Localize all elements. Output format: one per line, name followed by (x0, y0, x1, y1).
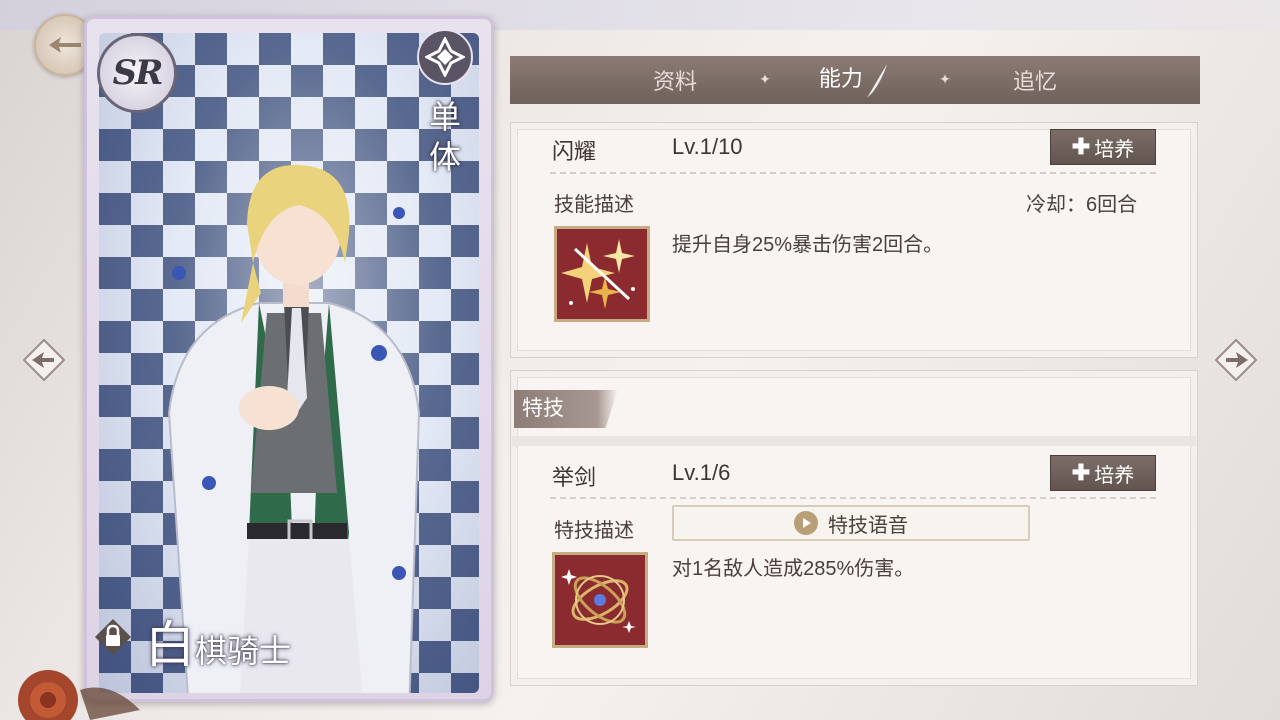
special-voice-button[interactable]: 特技语音 (672, 505, 1030, 541)
tab-separator-icon: ✦ (759, 72, 771, 88)
plus-icon: ✚ (1071, 134, 1091, 159)
divider (550, 172, 1156, 174)
special-section-tag: 特技 (514, 390, 618, 428)
previous-card-button[interactable] (22, 338, 66, 382)
special-name: 举剑 (552, 465, 597, 490)
skill-description: 提升自身25%暴击伤害2回合。 (672, 234, 944, 256)
skill-icon (554, 226, 650, 322)
tab-ability-label: 能力 (818, 65, 863, 91)
sparkle-icon (561, 239, 635, 309)
skill-train-label: 培养 (1094, 138, 1135, 161)
single-target-icon (425, 37, 465, 77)
skill-name: 闪耀 (552, 139, 597, 164)
arrow-right-icon (1214, 338, 1258, 382)
special-voice-label: 特技语音 (828, 514, 908, 537)
skill-desc-label: 技能描述 (554, 194, 634, 216)
special-train-button[interactable]: ✚ 培养 (1050, 455, 1156, 491)
rose-decoration-icon (18, 670, 140, 720)
card-artwork (99, 33, 479, 693)
special-train-label: 培养 (1094, 464, 1135, 487)
card-name: 白棋骑士 (145, 605, 291, 677)
special-desc-label: 特技描述 (554, 520, 634, 542)
special-level: Lv.1/6 (672, 460, 731, 485)
orbit-icon (561, 569, 636, 633)
card-name-small: 棋骑士 (195, 632, 292, 670)
skill-level: Lv.1/10 (672, 134, 743, 159)
tab-ability[interactable]: 能力 (777, 60, 933, 100)
special-description: 对1名敌人造成285%伤害。 (672, 558, 915, 580)
rarity-badge: SR (97, 33, 177, 113)
skill-cooldown: 冷却：6回合 (1026, 194, 1138, 216)
tab-bar: 资料 ✦ 能力 ✦ 追忆 (510, 56, 1200, 104)
card-name-big: 白 (145, 616, 195, 674)
tab-memory[interactable]: 追忆 (957, 64, 1113, 96)
special-band (512, 436, 1196, 446)
play-icon (794, 511, 818, 535)
skill-train-button[interactable]: ✚ 培养 (1050, 129, 1156, 165)
arrow-left-icon (22, 338, 66, 382)
tab-separator-icon: ✦ (939, 72, 951, 88)
target-type-badge (417, 29, 473, 85)
back-icon (49, 37, 81, 53)
next-card-button[interactable] (1214, 338, 1258, 382)
quill-icon (867, 64, 888, 98)
target-type-label: 单体 (428, 98, 461, 176)
special-icon (552, 552, 648, 648)
divider (550, 497, 1156, 499)
tab-profile[interactable]: 资料 (597, 64, 753, 96)
character-card: SR 单体 白棋骑士 (84, 16, 494, 702)
plus-icon: ✚ (1071, 460, 1091, 485)
